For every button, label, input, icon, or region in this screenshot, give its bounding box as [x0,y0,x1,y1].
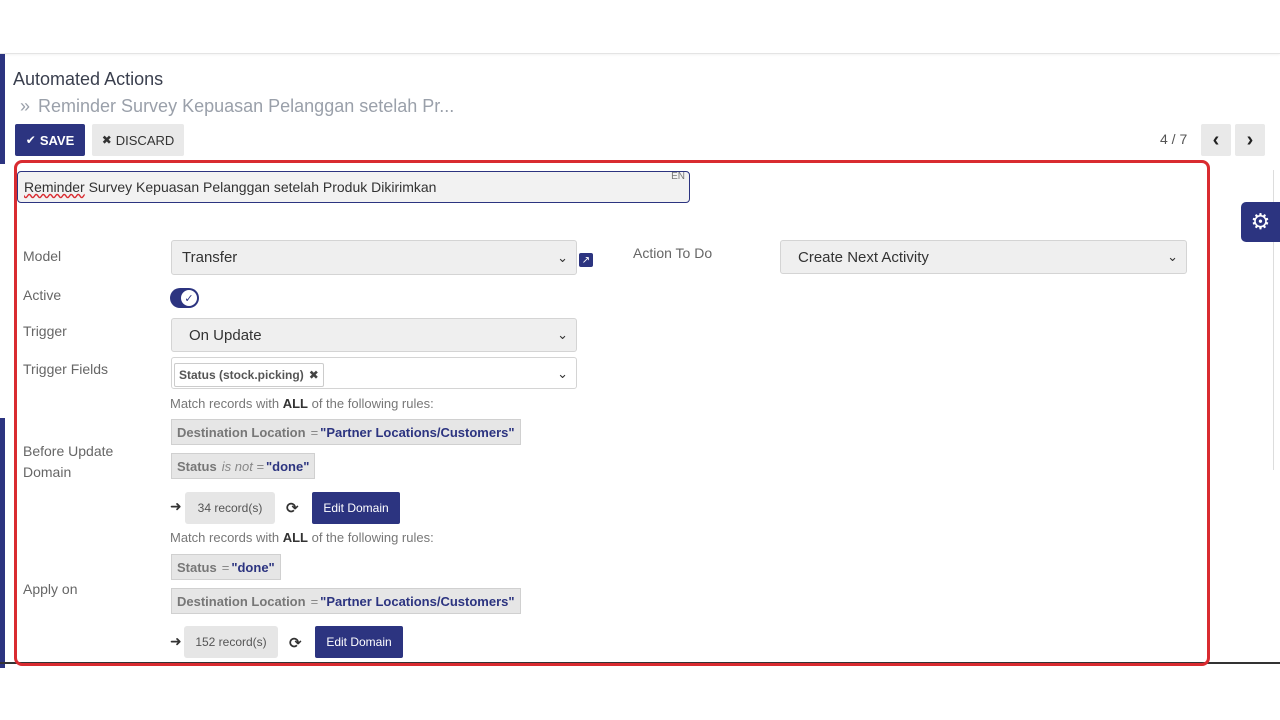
arrow-right-icon: ➜ [170,498,182,514]
edit-domain-button[interactable]: Edit Domain [312,492,400,524]
trigger-value: On Update [189,326,262,344]
action-to-do-value: Create Next Activity [798,248,929,266]
rule-operator: is not = [221,458,265,474]
name-rest: Survey Kepuasan Pelanggan setelah Produk… [84,179,437,195]
top-navbar [0,0,1280,54]
name-input[interactable]: Reminder Survey Kepuasan Pelanggan setel… [17,171,690,203]
record-count-button[interactable]: 34 record(s) [185,492,275,524]
active-toggle[interactable]: ✓ [170,288,199,308]
rule-operator: = [310,424,319,440]
model-value: Transfer [182,249,238,266]
chevron-left-icon: ‹ [1212,128,1220,151]
chevron-down-icon: ⌄ [557,366,568,381]
domain-rule[interactable]: Status = "done" [171,554,281,580]
record-count-button[interactable]: 152 record(s) [184,626,278,658]
domain-rule[interactable]: Destination Location = "Partner Location… [171,419,521,445]
action-to-do-label: Action To Do [633,245,713,261]
before-update-domain-label: Before Update Domain [23,443,114,480]
breadcrumb-current-label: Reminder Survey Kepuasan Pelanggan setel… [38,96,455,116]
pager-next-button[interactable]: › [1235,124,1265,156]
chevron-down-icon: ⌄ [557,249,568,265]
pager-previous-button[interactable]: ‹ [1201,124,1231,156]
rule-value: "done" [231,559,275,575]
trigger-field-tag: Status (stock.picking) ✖ [174,363,324,387]
rule-operator: = [221,559,230,575]
left-accent-bar [0,54,5,164]
arrow-right-icon: ➜ [170,633,182,649]
trigger-fields-label: Trigger Fields [23,361,109,377]
domain-rule[interactable]: Destination Location = "Partner Location… [171,588,521,614]
left-accent-bar [0,418,5,668]
save-label: SAVE [39,132,75,148]
close-icon: ✖ [101,133,112,147]
domain-rule[interactable]: Status is not = "done" [171,453,316,479]
chevron-down-icon: ⌄ [557,327,568,342]
model-select[interactable]: Transfer ⌄ [171,240,577,275]
discard-label: DISCARD [115,132,175,148]
name-first-word: Reminder [24,179,85,195]
match-text: Match records with ALL of the following … [170,530,434,545]
save-button[interactable]: ✔ SAVE [15,124,85,156]
check-icon: ✔ [25,133,36,147]
edit-domain-button[interactable]: Edit Domain [315,626,403,658]
close-icon[interactable]: ✖ [309,368,319,382]
match-text: Match records with ALL of the following … [170,396,434,411]
match-bold: ALL [282,530,308,545]
rule-field: Status [177,559,217,575]
gear-icon[interactable]: ⚙ [1241,202,1280,242]
chevron-down-icon: ⌄ [1167,249,1178,264]
match-suffix: of the following rules: [307,530,434,545]
discard-button[interactable]: ✖ DISCARD [92,124,184,156]
refresh-icon[interactable]: ⟳ [286,499,299,517]
rule-operator: = [310,593,319,609]
breadcrumb-root[interactable]: Automated Actions [13,69,163,90]
external-link-icon[interactable]: ↗ [579,253,593,267]
match-bold: ALL [282,396,308,411]
refresh-icon[interactable]: ⟳ [289,634,302,652]
match-prefix: Match records with [170,396,283,411]
rule-field: Destination Location [177,424,306,440]
active-label: Active [23,287,62,303]
breadcrumb-current: » Reminder Survey Kepuasan Pelanggan sete… [20,96,454,117]
trigger-label: Trigger [23,323,67,339]
rule-field: Destination Location [177,593,306,609]
match-suffix: of the following rules: [307,396,434,411]
trigger-select[interactable]: On Update ⌄ [171,318,577,352]
model-label: Model [23,248,62,264]
language-badge[interactable]: EN [671,171,685,182]
tag-label: Status (stock.picking) [179,368,304,382]
apply-on-label: Apply on [23,581,78,597]
pager-value[interactable]: 4 / 7 [1160,131,1187,147]
trigger-fields-input[interactable]: Status (stock.picking) ✖ ⌄ [171,357,577,389]
action-to-do-select[interactable]: Create Next Activity ⌄ [780,240,1187,274]
rule-value: "Partner Locations/Customers" [320,593,515,609]
rule-value: "done" [266,458,310,474]
rule-field: Status [177,458,217,474]
double-chevron-right-icon: » [20,96,31,116]
match-prefix: Match records with [170,530,283,545]
check-icon: ✓ [181,290,197,306]
chevron-right-icon: › [1246,128,1254,151]
rule-value: "Partner Locations/Customers" [320,424,515,440]
